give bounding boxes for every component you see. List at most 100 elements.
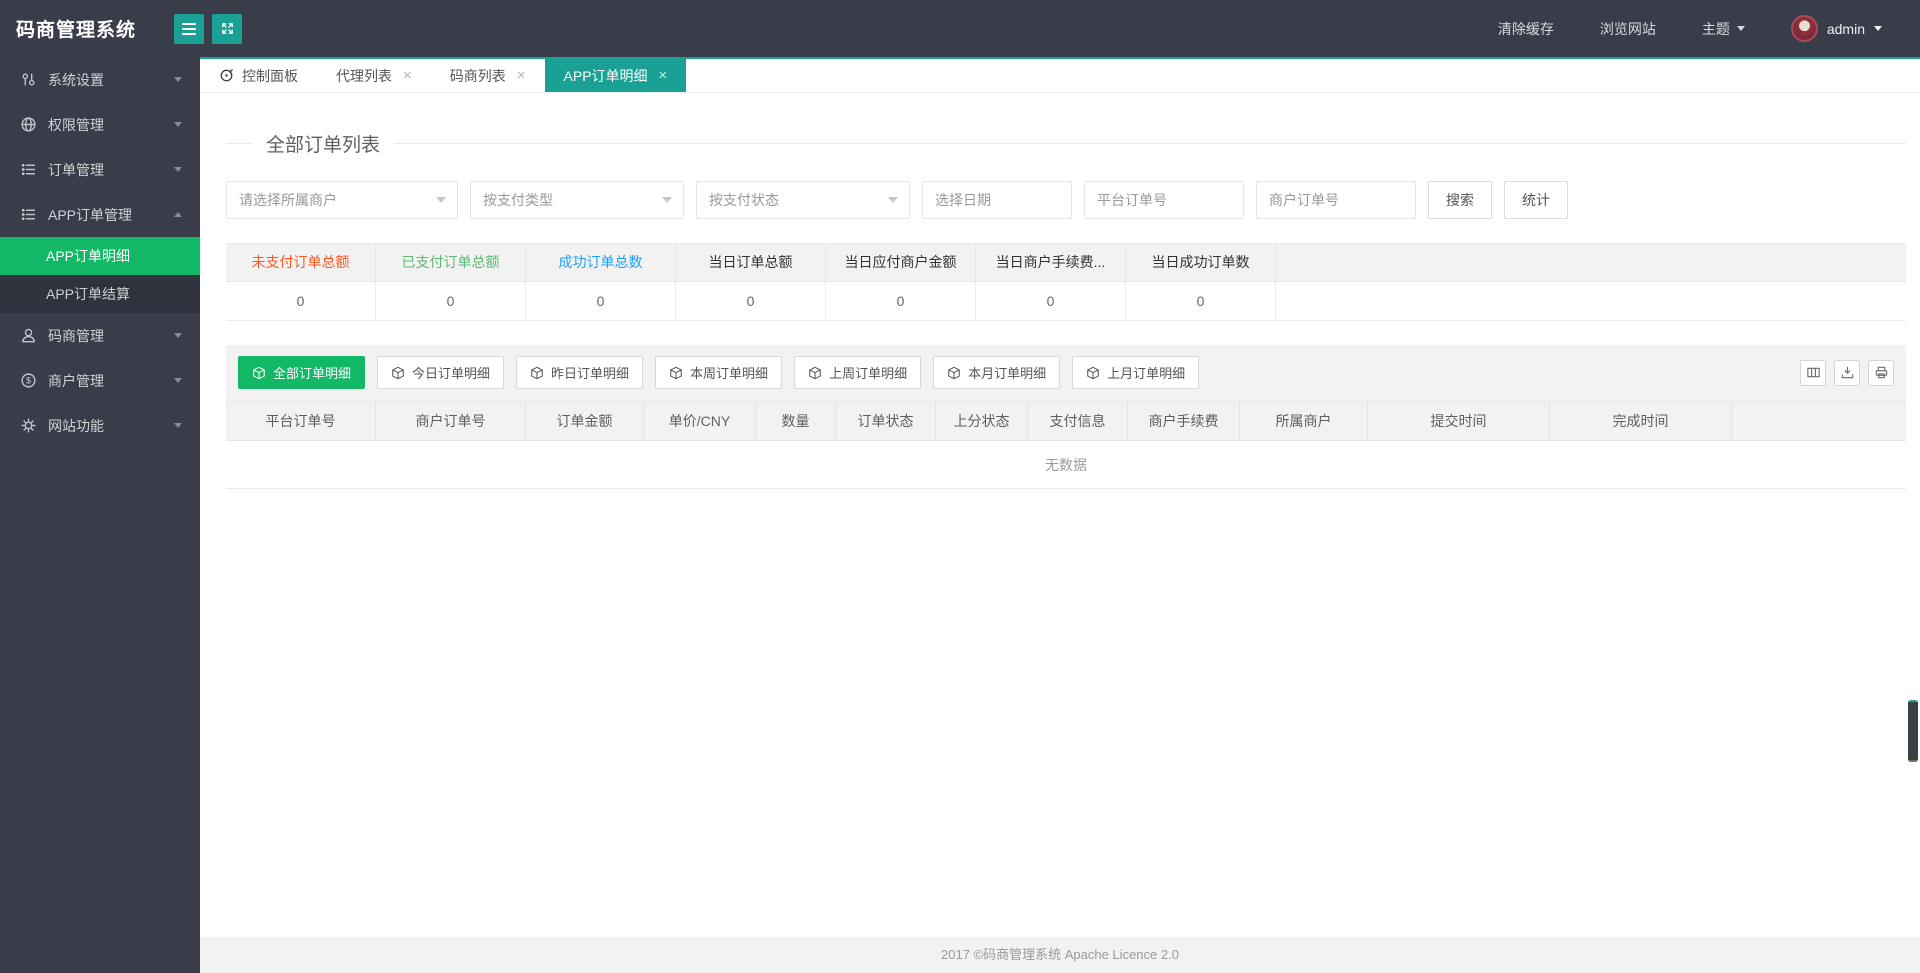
globe-icon: [20, 116, 37, 133]
column-header: 支付信息: [1028, 402, 1128, 440]
tab-app-order-detail[interactable]: APP订单明细 ×: [544, 59, 687, 92]
tab-agent-list[interactable]: 代理列表 ×: [317, 59, 431, 92]
sidebar-item-app-order-settlement[interactable]: APP订单结算: [0, 275, 200, 313]
cube-icon: [809, 366, 821, 379]
stats-button[interactable]: 统计: [1504, 181, 1568, 219]
column-header: 提交时间: [1368, 402, 1550, 440]
summary-table: 未支付订单总额 已支付订单总额 成功订单总数 当日订单总额 当日应付商户金额 当…: [226, 243, 1906, 321]
tab-dashboard[interactable]: 控制面板: [200, 59, 317, 92]
filter-yesterday-button[interactable]: 昨日订单明细: [516, 356, 644, 389]
order-table-panel: 全部订单明细 今日订单明细 昨日订单明细 本周订单明细 上周订单明细 本月订单明…: [226, 345, 1906, 489]
columns-toggle-button[interactable]: [1800, 359, 1826, 386]
chevron-down-icon: [174, 77, 182, 82]
column-header: 完成时间: [1550, 402, 1732, 440]
pay-status-filter-select[interactable]: 按支付状态: [696, 181, 910, 219]
filter-today-button[interactable]: 今日订单明细: [377, 356, 505, 389]
sidebar-item-merchant-management[interactable]: $ 商户管理: [0, 358, 200, 403]
app-window: 码商管理系统 清除缓存 浏览网站 主题 admin 系统设置 权限管理 订单管理…: [0, 0, 1920, 973]
column-header: 上分状态: [936, 402, 1028, 440]
date-input[interactable]: [922, 181, 1072, 219]
close-icon[interactable]: ×: [403, 68, 412, 83]
sidebar-item-app-order-detail[interactable]: APP订单明细: [0, 237, 200, 275]
filter-last-week-button[interactable]: 上周订单明细: [794, 356, 922, 389]
select-placeholder: 按支付类型: [483, 192, 553, 208]
search-button[interactable]: 搜索: [1428, 181, 1492, 219]
column-header: 所属商户: [1240, 402, 1368, 440]
sidebar-item-label: APP订单管理: [48, 206, 133, 223]
filter-last-month-button[interactable]: 上月订单明细: [1072, 356, 1200, 389]
tab-label: 码商列表: [449, 67, 506, 84]
table-tools: [1800, 359, 1894, 386]
summary-value-row: 0 0 0 0 0 0 0: [226, 282, 1906, 321]
close-icon[interactable]: ×: [659, 68, 668, 83]
filter-all-orders-button[interactable]: 全部订单明细: [238, 356, 366, 389]
dollar-icon: $: [20, 372, 37, 389]
summary-value-filler: [1276, 282, 1906, 320]
main-content: 全部订单列表 请选择所属商户 按支付类型 按支付状态 搜索 统计: [200, 94, 1920, 937]
sidebar-item-label: 码商管理: [48, 327, 104, 344]
app-title: 码商管理系统: [16, 20, 137, 41]
cube-icon: [670, 366, 682, 379]
platform-order-input[interactable]: [1084, 181, 1244, 219]
close-icon[interactable]: ×: [517, 68, 526, 83]
table-header-row: 平台订单号 商户订单号 订单金额 单价/CNY 数量 订单状态 上分状态 支付信…: [226, 401, 1906, 441]
empty-table-message: 无数据: [226, 441, 1906, 489]
sidebar-item-label: 订单管理: [48, 161, 104, 178]
browse-site-label: 浏览网站: [1599, 20, 1656, 37]
column-header: 商户订单号: [376, 402, 526, 440]
hamburger-icon: [182, 22, 196, 35]
sidebar-item-code-merchant-management[interactable]: 码商管理: [0, 313, 200, 358]
filter-this-month-button[interactable]: 本月订单明细: [933, 356, 1061, 389]
theme-label: 主题: [1701, 20, 1730, 37]
cube-icon: [392, 366, 404, 379]
merchant-filter-select[interactable]: 请选择所属商户: [226, 181, 458, 219]
summary-col-value: 0: [376, 282, 526, 320]
tab-label: 代理列表: [336, 67, 392, 84]
summary-col-label: 当日商户手续费...: [976, 244, 1126, 281]
settings-icon: [20, 71, 37, 88]
print-button[interactable]: [1868, 359, 1894, 386]
sidebar-item-label: 系统设置: [48, 71, 104, 88]
clear-cache-label: 清除缓存: [1497, 20, 1554, 37]
filter-this-week-button[interactable]: 本周订单明细: [655, 356, 783, 389]
tab-label: APP订单明细: [563, 67, 648, 84]
select-placeholder: 请选择所属商户: [239, 192, 337, 208]
user-menu[interactable]: admin: [1790, 15, 1882, 42]
fullscreen-button[interactable]: [212, 13, 242, 44]
chevron-down-icon: [174, 167, 182, 172]
chevron-down-icon: [888, 197, 898, 203]
toolbar-button-label: 上周订单明细: [829, 366, 908, 381]
sidebar-item-site-functions[interactable]: 网站功能: [0, 403, 200, 448]
summary-col-value: 0: [676, 282, 826, 320]
username: admin: [1826, 20, 1865, 37]
summary-col-label: 已支付订单总额: [376, 244, 526, 281]
sidebar-toggle-button[interactable]: [174, 13, 204, 44]
theme-menu[interactable]: 主题: [1702, 19, 1745, 39]
sidebar-subitem-label: APP订单明细: [46, 248, 131, 264]
pay-type-filter-select[interactable]: 按支付类型: [470, 181, 684, 219]
summary-col-value: 0: [826, 282, 976, 320]
toolbar-button-label: 昨日订单明细: [551, 366, 630, 381]
clear-cache-link[interactable]: 清除缓存: [1498, 19, 1554, 39]
summary-col-label: 当日成功订单数: [1126, 244, 1276, 281]
browse-site-link[interactable]: 浏览网站: [1600, 19, 1656, 39]
sidebar-item-order-management[interactable]: 订单管理: [0, 147, 200, 192]
chevron-up-icon: [174, 212, 182, 217]
sidebar: 系统设置 权限管理 订单管理 APP订单管理 APP订单明细 APP订单结算 码…: [0, 57, 200, 973]
summary-col-value: 0: [1126, 282, 1276, 320]
export-button[interactable]: [1834, 359, 1860, 386]
column-header: 商户手续费: [1128, 402, 1240, 440]
sidebar-item-system-settings[interactable]: 系统设置: [0, 57, 200, 102]
columns-icon: [1806, 367, 1820, 378]
tab-code-merchant-list[interactable]: 码商列表 ×: [431, 59, 545, 92]
select-placeholder: 按支付状态: [709, 192, 779, 208]
chevron-down-icon: [174, 122, 182, 127]
cube-icon: [1087, 366, 1099, 379]
scrollbar-thumb[interactable]: [1908, 700, 1918, 762]
console-icon: [219, 68, 234, 83]
sidebar-item-permissions[interactable]: 权限管理: [0, 102, 200, 147]
summary-col-value: 0: [526, 282, 676, 320]
sidebar-item-label: 网站功能: [48, 417, 104, 434]
merchant-order-input[interactable]: [1256, 181, 1416, 219]
sidebar-item-app-order-management[interactable]: APP订单管理: [0, 192, 200, 237]
